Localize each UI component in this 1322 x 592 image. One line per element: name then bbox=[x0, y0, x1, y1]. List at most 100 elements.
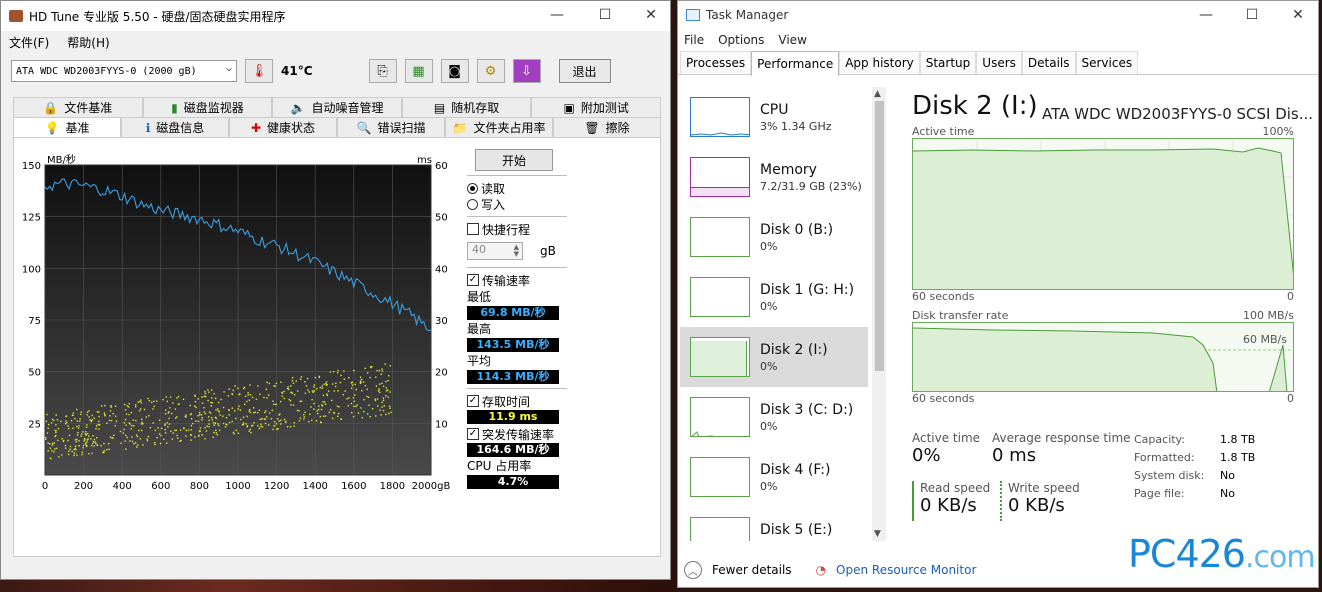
transfer-rate-checkbox[interactable]: ✓ bbox=[467, 274, 479, 286]
access-time-point bbox=[46, 432, 49, 434]
copy-image-icon[interactable]: ▦ bbox=[404, 59, 433, 83]
tab-erase[interactable]: 🗑 擦除 bbox=[553, 117, 661, 137]
tab-aam[interactable]: 🔈 自动噪音管理 bbox=[272, 97, 402, 117]
access-time-point bbox=[201, 417, 203, 419]
short-stroke-option[interactable]: 快捷行程 bbox=[467, 221, 567, 237]
access-time-point bbox=[350, 382, 353, 384]
access-time-point bbox=[360, 381, 362, 383]
spinner-icon[interactable]: ▲ ▼ bbox=[514, 244, 519, 258]
access-time-point bbox=[80, 411, 82, 413]
access-time-point bbox=[74, 445, 77, 448]
access-time-point bbox=[187, 429, 190, 431]
read-option[interactable]: 读取 bbox=[467, 180, 567, 196]
device-item-disk0[interactable]: Disk 0 (B:) 0% bbox=[680, 207, 868, 267]
access-time-checkbox[interactable]: ✓ bbox=[467, 395, 479, 407]
burst-rate-option[interactable]: ✓ 突发传输速率 bbox=[467, 426, 567, 442]
tab-disk-monitor[interactable]: ▮ 磁盘监视器 bbox=[142, 97, 273, 117]
scrollbar-thumb[interactable] bbox=[875, 101, 884, 371]
copy-text-icon[interactable]: ⎘ bbox=[368, 59, 397, 83]
download-icon[interactable]: ⇩ bbox=[512, 59, 541, 83]
access-time-point bbox=[182, 398, 185, 401]
tab-services[interactable]: Services bbox=[1075, 51, 1139, 74]
scroll-down-icon[interactable]: ▼ bbox=[874, 529, 881, 539]
tab-folder-usage[interactable]: 📁 文件夹占用率 bbox=[445, 117, 553, 137]
access-time-point bbox=[135, 404, 137, 406]
access-time-point bbox=[203, 411, 205, 413]
close-icon[interactable]: ✕ bbox=[641, 7, 661, 23]
device-item-memory[interactable]: Memory 7.2/31.9 GB (23%) bbox=[680, 147, 868, 207]
x-tick-label: 800 bbox=[190, 481, 209, 492]
access-time-point bbox=[215, 432, 218, 434]
tm-maximize-icon[interactable]: ☐ bbox=[1242, 7, 1262, 23]
device-list-scrollbar[interactable]: ▲ ▼ bbox=[872, 87, 886, 541]
transfer-rate-option[interactable]: ✓ 传输速率 bbox=[467, 272, 567, 288]
menu-help[interactable]: 帮助(H) bbox=[67, 34, 109, 51]
maximize-icon[interactable]: ☐ bbox=[595, 7, 615, 23]
drive-select[interactable]: ATA WDC WD2003FYYS-0 (2000 gB) ⌵ bbox=[11, 60, 237, 82]
start-button[interactable]: 开始 bbox=[475, 149, 553, 171]
tab-disk-info[interactable]: ℹ 磁盘信息 bbox=[121, 117, 229, 137]
access-time-point bbox=[166, 422, 169, 424]
access-time-point bbox=[92, 442, 94, 445]
tab-error-scan[interactable]: 🔍 错误扫描 bbox=[337, 117, 445, 137]
options-icon[interactable]: ⚙ bbox=[476, 59, 505, 83]
access-time-point bbox=[237, 432, 240, 434]
burst-rate-checkbox[interactable]: ✓ bbox=[467, 428, 479, 440]
tab-performance[interactable]: Performance bbox=[751, 51, 840, 76]
exit-button[interactable]: 退出 bbox=[558, 59, 611, 83]
access-time-point bbox=[271, 409, 274, 412]
access-time-point bbox=[217, 401, 220, 404]
device-item-disk3[interactable]: Disk 3 (C: D:) 0% bbox=[680, 387, 868, 447]
device-item-cpu[interactable]: CPU 3% 1.34 GHz bbox=[680, 87, 868, 147]
camera-icon[interactable]: ◙ bbox=[440, 59, 469, 83]
access-time-point bbox=[253, 422, 255, 424]
open-resource-monitor-link[interactable]: Open Resource Monitor bbox=[836, 563, 976, 577]
access-time-point bbox=[354, 383, 356, 386]
stroke-size-input[interactable]: 40 ▲ ▼ bbox=[467, 242, 523, 260]
hdtune-window: HD Tune 专业版 5.50 - 硬盘/固态硬盘实用程序 — ☐ ✕ 文件(… bbox=[0, 0, 671, 580]
access-time-point bbox=[126, 436, 128, 439]
tab-benchmark[interactable]: 💡 基准 bbox=[13, 117, 121, 137]
short-stroke-checkbox[interactable] bbox=[467, 223, 479, 235]
write-radio[interactable] bbox=[467, 198, 478, 210]
read-radio[interactable] bbox=[467, 182, 478, 194]
tm-minimize-icon[interactable]: — bbox=[1196, 7, 1216, 23]
access-time-point bbox=[246, 415, 248, 418]
access-time-point bbox=[79, 420, 81, 422]
tab-random-access[interactable]: ▤ 随机存取 bbox=[401, 97, 532, 117]
access-time-point bbox=[168, 417, 170, 420]
access-time-point bbox=[49, 447, 52, 449]
tm-menu-view[interactable]: View bbox=[778, 33, 806, 47]
tab-users[interactable]: Users bbox=[976, 51, 1022, 74]
access-time-point bbox=[319, 386, 321, 389]
access-time-point bbox=[388, 405, 391, 407]
tm-menu-options[interactable]: Options bbox=[718, 33, 764, 47]
minimize-icon[interactable]: — bbox=[547, 7, 567, 23]
access-time-point bbox=[242, 423, 245, 426]
tm-close-icon[interactable]: ✕ bbox=[1288, 7, 1308, 23]
access-time-point bbox=[108, 448, 110, 450]
tab-details[interactable]: Details bbox=[1021, 51, 1076, 74]
tab-processes[interactable]: Processes bbox=[680, 51, 752, 74]
device-item-disk1[interactable]: Disk 1 (G: H:) 0% bbox=[680, 267, 868, 327]
fewer-details-link[interactable]: Fewer details bbox=[712, 563, 792, 577]
access-time-point bbox=[81, 451, 84, 454]
device-item-disk4[interactable]: Disk 4 (F:) 0% bbox=[680, 447, 868, 507]
tm-menu-file[interactable]: File bbox=[684, 33, 704, 47]
access-time-point bbox=[91, 414, 93, 417]
scroll-up-icon[interactable]: ▲ bbox=[874, 89, 881, 99]
tab-extra-tests[interactable]: ▣ 附加测试 bbox=[531, 97, 661, 117]
device-item-disk5[interactable]: Disk 5 (E:)0% bbox=[680, 507, 868, 541]
tab-file-benchmark[interactable]: 🔒 文件基准 bbox=[13, 97, 143, 117]
access-time-point bbox=[298, 410, 300, 412]
access-time-point bbox=[348, 376, 350, 379]
access-time-point bbox=[321, 387, 323, 389]
tab-startup[interactable]: Startup bbox=[919, 51, 977, 74]
tab-health[interactable]: ✚ 健康状态 bbox=[229, 117, 337, 137]
write-option[interactable]: 写入 bbox=[467, 196, 567, 212]
access-time-option[interactable]: ✓ 存取时间 bbox=[467, 393, 567, 409]
tab-app-history[interactable]: App history bbox=[839, 51, 920, 74]
chevron-up-icon[interactable]: ︿ bbox=[684, 561, 702, 579]
menu-file[interactable]: 文件(F) bbox=[9, 34, 49, 51]
device-item-disk2[interactable]: Disk 2 (I:) 0% bbox=[680, 327, 868, 387]
